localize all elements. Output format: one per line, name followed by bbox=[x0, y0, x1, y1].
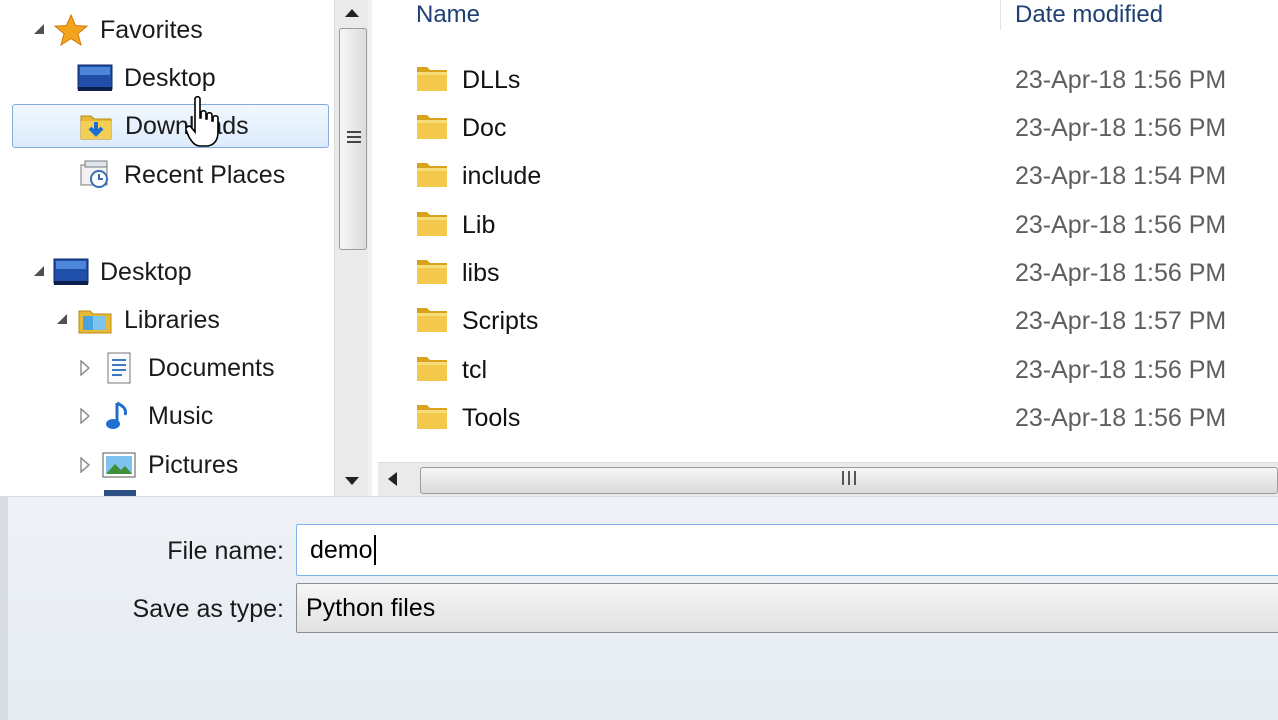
tree-item-fav-desktop[interactable]: Desktop bbox=[76, 56, 216, 100]
file-date: 23-Apr-18 1:56 PM bbox=[1015, 258, 1227, 287]
collapse-arrow-icon[interactable] bbox=[53, 310, 71, 328]
folder-icon bbox=[416, 401, 448, 436]
file-date: 23-Apr-18 1:54 PM bbox=[1015, 161, 1227, 190]
file-row[interactable]: libs 23-Apr-18 1:56 PM bbox=[416, 252, 1276, 294]
folder-icon bbox=[416, 111, 448, 146]
tree-item-desktop[interactable]: Desktop bbox=[52, 250, 192, 294]
tree-label: Pictures bbox=[148, 450, 239, 479]
navigation-pane[interactable]: Favorites Desktop Downloads Recent Place… bbox=[0, 0, 334, 496]
savetype-select[interactable]: Python files bbox=[296, 583, 1278, 633]
expand-arrow-icon[interactable] bbox=[76, 456, 94, 474]
scroll-thumb[interactable] bbox=[339, 28, 367, 250]
file-name: Lib bbox=[462, 210, 496, 239]
savetype-label: Save as type: bbox=[132, 595, 284, 623]
scroll-down-icon[interactable] bbox=[335, 468, 369, 494]
file-name: Doc bbox=[462, 113, 507, 142]
desktop-icon bbox=[76, 61, 114, 95]
folder-icon bbox=[416, 63, 448, 98]
file-name: Scripts bbox=[462, 306, 539, 335]
tree-label: Desktop bbox=[100, 257, 192, 286]
tree-label: Libraries bbox=[124, 305, 220, 334]
filename-input[interactable]: demo bbox=[296, 524, 1278, 576]
file-row[interactable]: Doc 23-Apr-18 1:56 PM bbox=[416, 107, 1276, 149]
tree-item-fav-downloads[interactable]: Downloads bbox=[12, 104, 329, 148]
column-header-name[interactable]: Name bbox=[416, 0, 480, 30]
tree-label: Music bbox=[148, 401, 214, 430]
downloads-folder-icon bbox=[77, 109, 115, 143]
tree-label: Documents bbox=[148, 353, 275, 382]
file-date: 23-Apr-18 1:56 PM bbox=[1015, 210, 1227, 239]
file-name: include bbox=[462, 161, 542, 190]
file-name: libs bbox=[462, 258, 500, 287]
column-header-date-modified[interactable]: Date modified bbox=[1015, 0, 1163, 30]
file-row[interactable]: tcl 23-Apr-18 1:56 PM bbox=[416, 349, 1276, 391]
save-form-area: File name: demo Save as type: Python fil… bbox=[0, 496, 1278, 720]
file-date: 23-Apr-18 1:56 PM bbox=[1015, 65, 1227, 94]
tree-item-favorites[interactable]: Favorites bbox=[52, 8, 203, 52]
tree-label: Recent Places bbox=[124, 160, 286, 189]
file-list-pane[interactable]: Name Date modified DLLs 23-Apr-18 1:56 P… bbox=[372, 0, 1278, 496]
text-caret bbox=[373, 535, 376, 565]
folder-icon bbox=[416, 256, 448, 291]
tree-item-documents[interactable]: Documents bbox=[100, 346, 274, 390]
file-row[interactable]: Tools 23-Apr-18 1:56 PM bbox=[416, 397, 1276, 439]
file-date: 23-Apr-18 1:56 PM bbox=[1015, 403, 1227, 432]
file-row[interactable]: Scripts 23-Apr-18 1:57 PM bbox=[416, 300, 1276, 342]
file-name: Tools bbox=[462, 403, 521, 432]
scroll-thumb[interactable] bbox=[420, 467, 1278, 494]
file-date: 23-Apr-18 1:57 PM bbox=[1015, 306, 1227, 335]
folder-icon bbox=[416, 159, 448, 194]
file-list-horizontal-scrollbar[interactable] bbox=[378, 462, 1278, 496]
filename-label: File name: bbox=[167, 537, 284, 565]
collapse-arrow-icon[interactable] bbox=[30, 20, 48, 38]
file-date: 23-Apr-18 1:56 PM bbox=[1015, 355, 1227, 384]
expand-arrow-icon[interactable] bbox=[76, 359, 94, 377]
file-date: 23-Apr-18 1:56 PM bbox=[1015, 113, 1227, 142]
desktop-icon bbox=[52, 255, 90, 289]
scroll-left-icon[interactable] bbox=[386, 471, 398, 492]
star-icon bbox=[52, 13, 90, 47]
folder-icon bbox=[416, 208, 448, 243]
nav-vertical-scrollbar[interactable] bbox=[334, 0, 368, 496]
tree-item-music[interactable]: Music bbox=[100, 394, 213, 438]
recent-places-icon bbox=[76, 158, 114, 192]
music-icon bbox=[100, 399, 138, 433]
libraries-icon bbox=[76, 303, 114, 337]
scroll-up-icon[interactable] bbox=[335, 0, 369, 26]
folder-icon bbox=[416, 353, 448, 388]
tree-label: Desktop bbox=[124, 63, 216, 92]
grip-icon bbox=[840, 471, 858, 490]
filename-value: demo bbox=[310, 535, 373, 564]
grip-icon bbox=[346, 129, 362, 150]
tree-item-fav-recent-places[interactable]: Recent Places bbox=[76, 153, 285, 197]
file-row[interactable]: Lib 23-Apr-18 1:56 PM bbox=[416, 204, 1276, 246]
column-separator[interactable] bbox=[1000, 0, 1001, 30]
folder-icon bbox=[416, 304, 448, 339]
file-row[interactable]: DLLs 23-Apr-18 1:56 PM bbox=[416, 59, 1276, 101]
tree-item-pictures[interactable]: Pictures bbox=[100, 443, 238, 487]
file-row[interactable]: include 23-Apr-18 1:54 PM bbox=[416, 155, 1276, 197]
hand-cursor-icon bbox=[185, 95, 220, 150]
expand-arrow-icon[interactable] bbox=[76, 407, 94, 425]
savetype-value: Python files bbox=[306, 593, 436, 622]
documents-icon bbox=[100, 351, 138, 385]
file-name: DLLs bbox=[462, 65, 521, 94]
frame-edge bbox=[0, 497, 8, 720]
tree-item-libraries[interactable]: Libraries bbox=[76, 298, 220, 342]
pictures-icon bbox=[100, 448, 138, 482]
tree-label: Favorites bbox=[100, 15, 203, 44]
file-name: tcl bbox=[462, 355, 487, 384]
collapse-arrow-icon[interactable] bbox=[30, 262, 48, 280]
